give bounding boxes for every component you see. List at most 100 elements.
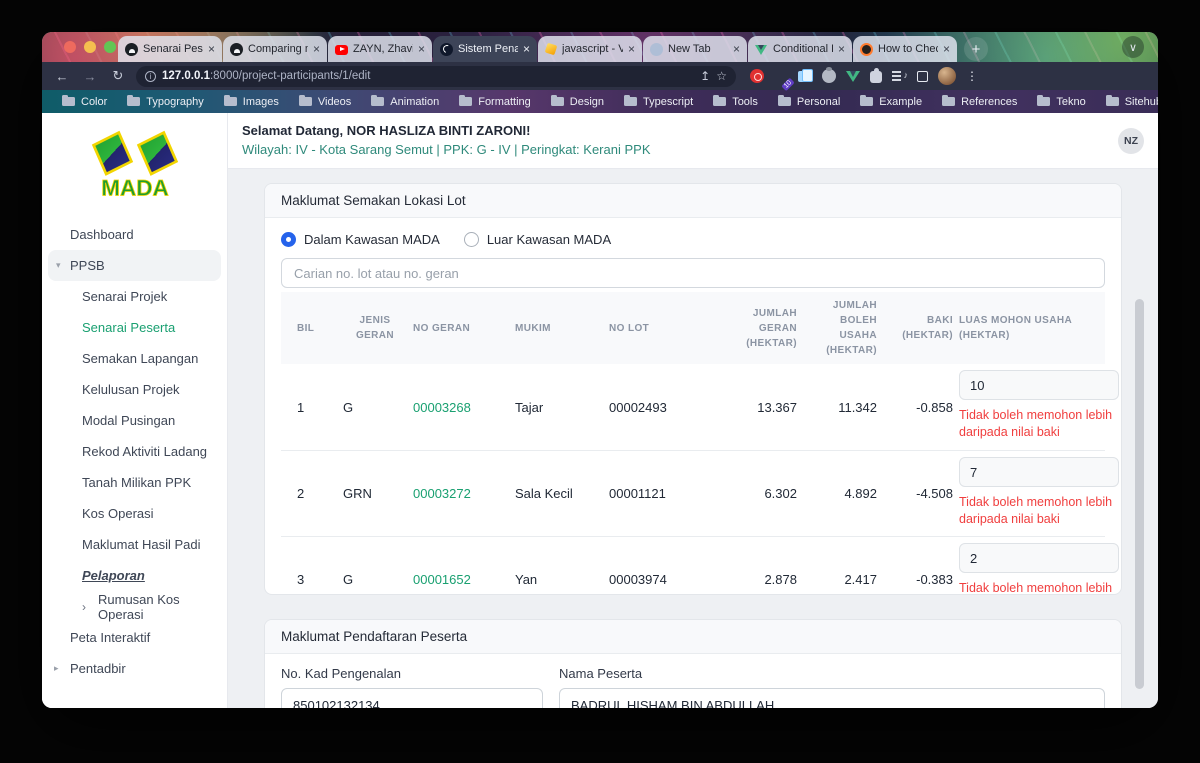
bookmark-folder[interactable]: Formatting	[451, 92, 539, 111]
address-bar[interactable]: 127.0.0.1:8000/project-participants/1/ed…	[136, 66, 736, 87]
site-info-icon[interactable]	[145, 71, 156, 82]
bookmark-star-icon[interactable]	[716, 69, 727, 83]
sidebar-item[interactable]: Dashboard	[42, 219, 227, 250]
cell-no-geran-link[interactable]: 00003268	[413, 400, 509, 415]
nama-peserta-input[interactable]	[559, 688, 1105, 708]
bookmark-folder[interactable]: Typescript	[616, 92, 701, 111]
bookmark-label: Color	[81, 96, 107, 108]
browser-tab[interactable]: How to Check ×	[853, 36, 957, 62]
tab-close-icon[interactable]: ×	[838, 43, 845, 55]
bookmarks-bar: Color Typography Images Videos	[42, 90, 1158, 113]
sidebar-item[interactable]: Tanah Milikan PPK	[42, 467, 227, 498]
browser-tab[interactable]: Senarai Pesert ×	[118, 36, 222, 62]
maximize-window-button[interactable]	[104, 41, 116, 53]
sidebar-item[interactable]: Kelulusan Projek	[42, 374, 227, 405]
sidebar-item[interactable]: Kos Operasi	[42, 498, 227, 529]
minimize-window-button[interactable]	[84, 41, 96, 53]
tab-search-chevron-icon[interactable]	[1122, 36, 1144, 58]
radio-luar-kawasan[interactable]: Luar Kawasan MADA	[464, 232, 611, 247]
tab-close-icon[interactable]: ×	[208, 43, 215, 55]
browser-tab[interactable]: ZAYN, Zhavia W ×	[328, 36, 432, 62]
tab-favicon-icon	[545, 43, 558, 56]
chevron-icon	[56, 260, 61, 271]
bookmark-label: Formatting	[478, 96, 531, 108]
sidebar-item[interactable]: Senarai Peserta	[42, 312, 227, 343]
sidebar-item[interactable]: Rekod Aktiviti Ladang	[42, 436, 227, 467]
bookmark-folder[interactable]: Example	[852, 92, 930, 111]
back-button[interactable]	[52, 69, 72, 84]
pages-extension-icon[interactable]	[798, 69, 812, 83]
sidebar-item-label: Kelulusan Projek	[82, 382, 180, 397]
bookmark-folder[interactable]: Design	[543, 92, 612, 111]
browser-tab[interactable]: New Tab ×	[643, 36, 747, 62]
bookmark-folder[interactable]: References	[934, 92, 1025, 111]
red-extension-icon[interactable]	[750, 69, 764, 83]
area-radio-group: Dalam Kawasan MADA Luar Kawasan MADA	[281, 228, 1105, 250]
bookmark-folder[interactable]: Typography	[119, 92, 211, 111]
browser-menu-icon[interactable]	[966, 69, 974, 83]
bookmark-folder[interactable]: Personal	[770, 92, 848, 111]
macos-traffic-lights	[64, 41, 116, 53]
sidebar-item[interactable]: Semakan Lapangan	[42, 343, 227, 374]
new-tab-button[interactable]	[964, 37, 988, 61]
bookmark-folder[interactable]: Videos	[291, 92, 359, 111]
scrollbar-thumb[interactable]	[1135, 299, 1144, 689]
close-window-button[interactable]	[64, 41, 76, 53]
mada-logo[interactable]: MADA	[42, 113, 227, 211]
sidebar-item-label: PPSB	[70, 258, 105, 273]
bookmark-label: Sitehub	[1125, 96, 1158, 108]
purple-extension-icon[interactable]: 10	[774, 69, 788, 83]
sidebar-item[interactable]: Maklumat Hasil Padi	[42, 529, 227, 560]
luas-mohon-input[interactable]	[959, 543, 1119, 573]
luas-mohon-input[interactable]	[959, 457, 1119, 487]
url-path: :8000/project-participants/1/edit	[210, 70, 370, 82]
cell-no-geran-link[interactable]: 00001652	[413, 572, 509, 587]
tab-close-icon[interactable]: ×	[733, 43, 740, 55]
bookmark-folder[interactable]: Tools	[705, 92, 766, 111]
bookmark-folder[interactable]: Tekno	[1029, 92, 1093, 111]
tab-close-icon[interactable]: ×	[523, 43, 530, 55]
sidebar-item[interactable]: Senarai Projek	[42, 281, 227, 312]
cell-baki: -4.508	[883, 486, 953, 501]
folder-icon	[551, 97, 564, 106]
bookmark-folder[interactable]: Animation	[363, 92, 447, 111]
cell-baki: -0.383	[883, 572, 953, 587]
playlist-icon[interactable]	[892, 69, 907, 83]
tab-manager-icon[interactable]	[917, 71, 928, 82]
radio-dalam-kawasan[interactable]: Dalam Kawasan MADA	[281, 232, 440, 247]
table-row: 3 G 00001652 Yan 00003974 2.878 2.417 -0…	[281, 536, 1105, 595]
tab-close-icon[interactable]: ×	[418, 43, 425, 55]
cell-no-geran-link[interactable]: 00003272	[413, 486, 509, 501]
share-icon[interactable]	[700, 69, 710, 83]
user-avatar[interactable]: NZ	[1118, 128, 1144, 154]
lot-search-input[interactable]	[281, 258, 1105, 288]
luas-mohon-input[interactable]	[959, 370, 1119, 400]
bookmark-folder[interactable]: Images	[216, 92, 287, 111]
tab-close-icon[interactable]: ×	[313, 43, 320, 55]
browser-tab[interactable]: Sistem Penanan ×	[433, 36, 537, 62]
forward-button[interactable]	[80, 69, 100, 84]
extensions-puzzle-icon[interactable]	[870, 71, 882, 83]
browser-tab[interactable]: javascript - Vu ×	[538, 36, 642, 62]
browser-tab[interactable]: Conditional Re ×	[748, 36, 852, 62]
sidebar-item[interactable]: Modal Pusingan	[42, 405, 227, 436]
sidebar-item[interactable]: PPSB	[48, 250, 221, 281]
sidebar-item[interactable]: Pelaporan	[42, 560, 227, 591]
sidebar-item[interactable]: Rumusan Kos Operasi	[42, 591, 227, 622]
browser-tab[interactable]: Comparing ma ×	[223, 36, 327, 62]
no-kad-pengenalan-input[interactable]	[281, 688, 543, 708]
vue-devtools-icon[interactable]	[846, 69, 860, 83]
bookmark-folder[interactable]: Sitehub	[1098, 92, 1158, 111]
radio-unselected-icon[interactable]	[464, 232, 479, 247]
tab-favicon-icon	[755, 43, 768, 56]
bug-extension-icon[interactable]	[822, 69, 836, 83]
sidebar-item[interactable]: Peta Interaktif	[42, 622, 227, 653]
tab-close-icon[interactable]: ×	[943, 43, 950, 55]
sidebar-item[interactable]: Pentadbir	[42, 653, 227, 684]
radio-selected-icon[interactable]	[281, 232, 296, 247]
tab-close-icon[interactable]: ×	[628, 43, 635, 55]
profile-avatar[interactable]	[938, 67, 956, 85]
column-header: JUMLAH GERAN (HEKTAR)	[719, 306, 797, 351]
reload-button[interactable]	[108, 68, 128, 84]
bookmark-folder[interactable]: Color	[54, 92, 115, 111]
